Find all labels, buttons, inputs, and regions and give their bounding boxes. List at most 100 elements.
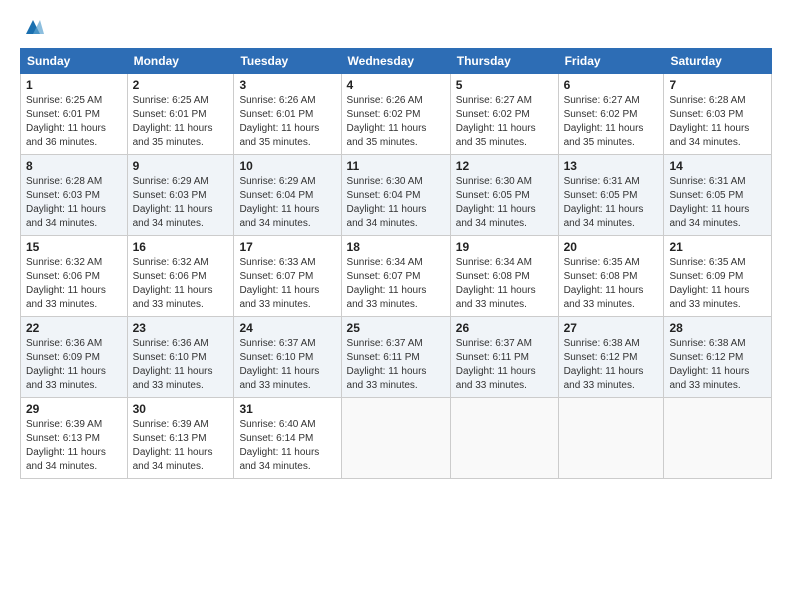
calendar-week-1: 1 Sunrise: 6:25 AMSunset: 6:01 PMDaylight… bbox=[21, 74, 772, 155]
day-number: 8 bbox=[26, 159, 122, 173]
calendar-cell: 13 Sunrise: 6:31 AMSunset: 6:05 PMDayligh… bbox=[558, 155, 664, 236]
day-info: Sunrise: 6:27 AMSunset: 6:02 PMDaylight:… bbox=[456, 94, 553, 150]
calendar-cell: 28 Sunrise: 6:38 AMSunset: 6:12 PMDayligh… bbox=[664, 317, 772, 398]
logo bbox=[20, 16, 44, 38]
day-info: Sunrise: 6:38 AMSunset: 6:12 PMDaylight:… bbox=[564, 337, 659, 393]
day-number: 27 bbox=[564, 321, 659, 335]
logo-icon bbox=[22, 16, 44, 38]
day-info: Sunrise: 6:36 AMSunset: 6:09 PMDaylight:… bbox=[26, 337, 122, 393]
day-info: Sunrise: 6:34 AMSunset: 6:07 PMDaylight:… bbox=[347, 256, 445, 312]
calendar-cell: 4 Sunrise: 6:26 AMSunset: 6:02 PMDaylight… bbox=[341, 74, 450, 155]
calendar-cell: 21Sunrise: 6:35 AMSunset: 6:09 PMDayligh… bbox=[664, 236, 772, 317]
day-info: Sunrise: 6:26 AMSunset: 6:01 PMDaylight:… bbox=[239, 94, 335, 150]
day-number: 9 bbox=[133, 159, 229, 173]
calendar-cell: 17 Sunrise: 6:33 AMSunset: 6:07 PMDayligh… bbox=[234, 236, 341, 317]
day-info: Sunrise: 6:25 AMSunset: 6:01 PMDaylight:… bbox=[26, 94, 122, 150]
calendar-body: 1 Sunrise: 6:25 AMSunset: 6:01 PMDaylight… bbox=[21, 74, 772, 479]
day-number: 14 bbox=[669, 159, 766, 173]
calendar-cell: 16Sunrise: 6:32 AMSunset: 6:06 PMDayligh… bbox=[127, 236, 234, 317]
day-info: Sunrise: 6:30 AMSunset: 6:05 PMDaylight:… bbox=[456, 175, 553, 231]
day-number: 10 bbox=[239, 159, 335, 173]
calendar-cell: 14 Sunrise: 6:31 AMSunset: 6:05 PMDayligh… bbox=[664, 155, 772, 236]
day-info: Sunrise: 6:29 AMSunset: 6:03 PMDaylight:… bbox=[133, 175, 229, 231]
calendar-cell: 23Sunrise: 6:36 AMSunset: 6:10 PMDayligh… bbox=[127, 317, 234, 398]
day-number: 6 bbox=[564, 78, 659, 92]
calendar-cell bbox=[558, 398, 664, 479]
day-info: Sunrise: 6:33 AMSunset: 6:07 PMDaylight:… bbox=[239, 256, 335, 312]
day-number: 1 bbox=[26, 78, 122, 92]
day-info: Sunrise: 6:29 AMSunset: 6:04 PMDaylight:… bbox=[239, 175, 335, 231]
calendar-header-tuesday: Tuesday bbox=[234, 49, 341, 74]
day-number: 16 bbox=[133, 240, 229, 254]
day-number: 12 bbox=[456, 159, 553, 173]
day-number: 31 bbox=[239, 402, 335, 416]
day-info: Sunrise: 6:36 AMSunset: 6:10 PMDaylight:… bbox=[133, 337, 229, 393]
day-number: 28 bbox=[669, 321, 766, 335]
day-number: 20 bbox=[564, 240, 659, 254]
calendar-header-row: SundayMondayTuesdayWednesdayThursdayFrid… bbox=[21, 49, 772, 74]
calendar-cell: 7Sunrise: 6:28 AMSunset: 6:03 PMDaylight… bbox=[664, 74, 772, 155]
calendar-cell bbox=[664, 398, 772, 479]
calendar-cell: 19 Sunrise: 6:34 AMSunset: 6:08 PMDayligh… bbox=[450, 236, 558, 317]
header bbox=[20, 16, 772, 38]
calendar-cell: 15Sunrise: 6:32 AMSunset: 6:06 PMDayligh… bbox=[21, 236, 128, 317]
day-info: Sunrise: 6:38 AMSunset: 6:12 PMDaylight:… bbox=[669, 337, 766, 393]
day-info: Sunrise: 6:31 AMSunset: 6:05 PMDaylight:… bbox=[669, 175, 766, 231]
day-number: 13 bbox=[564, 159, 659, 173]
day-info: Sunrise: 6:37 AMSunset: 6:10 PMDaylight:… bbox=[239, 337, 335, 393]
day-info: Sunrise: 6:27 AMSunset: 6:02 PMDaylight:… bbox=[564, 94, 659, 150]
day-number: 19 bbox=[456, 240, 553, 254]
day-number: 7 bbox=[669, 78, 766, 92]
day-info: Sunrise: 6:25 AMSunset: 6:01 PMDaylight:… bbox=[133, 94, 229, 150]
calendar-cell: 31 Sunrise: 6:40 AMSunset: 6:14 PMDayligh… bbox=[234, 398, 341, 479]
day-number: 30 bbox=[133, 402, 229, 416]
calendar-header-sunday: Sunday bbox=[21, 49, 128, 74]
calendar-cell: 8 Sunrise: 6:28 AMSunset: 6:03 PMDaylight… bbox=[21, 155, 128, 236]
calendar-header-friday: Friday bbox=[558, 49, 664, 74]
calendar-cell: 12 Sunrise: 6:30 AMSunset: 6:05 PMDayligh… bbox=[450, 155, 558, 236]
day-info: Sunrise: 6:31 AMSunset: 6:05 PMDaylight:… bbox=[564, 175, 659, 231]
day-info: Sunrise: 6:30 AMSunset: 6:04 PMDaylight:… bbox=[347, 175, 445, 231]
calendar-cell: 2 Sunrise: 6:25 AMSunset: 6:01 PMDaylight… bbox=[127, 74, 234, 155]
calendar-cell: 20Sunrise: 6:35 AMSunset: 6:08 PMDayligh… bbox=[558, 236, 664, 317]
calendar-week-5: 29 Sunrise: 6:39 AMSunset: 6:13 PMDayligh… bbox=[21, 398, 772, 479]
calendar-cell: 24 Sunrise: 6:37 AMSunset: 6:10 PMDayligh… bbox=[234, 317, 341, 398]
calendar-week-2: 8 Sunrise: 6:28 AMSunset: 6:03 PMDaylight… bbox=[21, 155, 772, 236]
day-info: Sunrise: 6:34 AMSunset: 6:08 PMDaylight:… bbox=[456, 256, 553, 312]
calendar-cell bbox=[450, 398, 558, 479]
calendar-cell: 5 Sunrise: 6:27 AMSunset: 6:02 PMDaylight… bbox=[450, 74, 558, 155]
calendar-table: SundayMondayTuesdayWednesdayThursdayFrid… bbox=[20, 48, 772, 479]
day-number: 26 bbox=[456, 321, 553, 335]
calendar-cell: 6 Sunrise: 6:27 AMSunset: 6:02 PMDaylight… bbox=[558, 74, 664, 155]
day-info: Sunrise: 6:40 AMSunset: 6:14 PMDaylight:… bbox=[239, 418, 335, 474]
day-number: 29 bbox=[26, 402, 122, 416]
calendar-cell: 26 Sunrise: 6:37 AMSunset: 6:11 PMDayligh… bbox=[450, 317, 558, 398]
calendar-cell bbox=[341, 398, 450, 479]
day-number: 3 bbox=[239, 78, 335, 92]
day-number: 15 bbox=[26, 240, 122, 254]
calendar-header-wednesday: Wednesday bbox=[341, 49, 450, 74]
calendar-header-thursday: Thursday bbox=[450, 49, 558, 74]
day-info: Sunrise: 6:39 AMSunset: 6:13 PMDaylight:… bbox=[133, 418, 229, 474]
calendar-cell: 9 Sunrise: 6:29 AMSunset: 6:03 PMDaylight… bbox=[127, 155, 234, 236]
day-number: 17 bbox=[239, 240, 335, 254]
day-info: Sunrise: 6:39 AMSunset: 6:13 PMDaylight:… bbox=[26, 418, 122, 474]
page: SundayMondayTuesdayWednesdayThursdayFrid… bbox=[0, 0, 792, 489]
day-info: Sunrise: 6:37 AMSunset: 6:11 PMDaylight:… bbox=[456, 337, 553, 393]
calendar-cell: 10 Sunrise: 6:29 AMSunset: 6:04 PMDayligh… bbox=[234, 155, 341, 236]
day-info: Sunrise: 6:26 AMSunset: 6:02 PMDaylight:… bbox=[347, 94, 445, 150]
calendar-week-3: 15Sunrise: 6:32 AMSunset: 6:06 PMDayligh… bbox=[21, 236, 772, 317]
calendar-header-saturday: Saturday bbox=[664, 49, 772, 74]
day-info: Sunrise: 6:28 AMSunset: 6:03 PMDaylight:… bbox=[26, 175, 122, 231]
calendar-cell: 25Sunrise: 6:37 AMSunset: 6:11 PMDayligh… bbox=[341, 317, 450, 398]
day-number: 18 bbox=[347, 240, 445, 254]
calendar-week-4: 22Sunrise: 6:36 AMSunset: 6:09 PMDayligh… bbox=[21, 317, 772, 398]
day-number: 2 bbox=[133, 78, 229, 92]
day-number: 11 bbox=[347, 159, 445, 173]
calendar-cell: 1 Sunrise: 6:25 AMSunset: 6:01 PMDaylight… bbox=[21, 74, 128, 155]
day-number: 4 bbox=[347, 78, 445, 92]
day-number: 5 bbox=[456, 78, 553, 92]
day-number: 24 bbox=[239, 321, 335, 335]
day-info: Sunrise: 6:35 AMSunset: 6:09 PMDaylight:… bbox=[669, 256, 766, 312]
calendar-cell: 11 Sunrise: 6:30 AMSunset: 6:04 PMDayligh… bbox=[341, 155, 450, 236]
